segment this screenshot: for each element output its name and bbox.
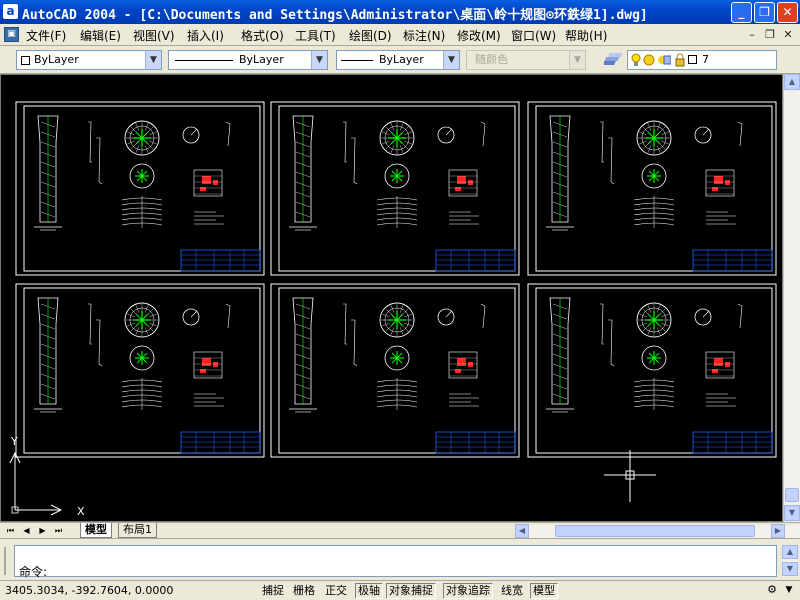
autocad-app-icon[interactable]: a [3, 4, 18, 19]
horizontal-scrollbar[interactable]: ◀ ▶ [515, 524, 800, 538]
menu-dimension[interactable]: 标注(N) [403, 27, 445, 44]
drawing-area[interactable]: XY [0, 74, 783, 522]
chevron-down-icon[interactable]: ▼ [783, 583, 795, 597]
command-line[interactable]: 命令: [14, 545, 777, 579]
coordinate-readout[interactable]: 3405.3034, -392.7604, 0.0000 [5, 584, 173, 597]
viewport-freeze-icon [657, 54, 672, 72]
menu-bar: ▣ 文件(F) 编辑(E) 视图(V) 插入(I) 格式(O) 工具(T) 绘图… [0, 24, 800, 46]
close-button[interactable]: ✕ [777, 2, 798, 23]
doc-restore-button[interactable]: ❐ [762, 27, 778, 43]
lineweight-preview [341, 59, 373, 61]
drawing-sheet[interactable] [270, 101, 520, 276]
menu-insert[interactable]: 插入(I) [187, 27, 224, 44]
command-window: 命令: ▲ ▼ [0, 538, 800, 580]
hscroll-thumb[interactable] [555, 525, 755, 537]
tab-model[interactable]: 模型 [80, 523, 112, 538]
command-grip[interactable] [4, 547, 10, 575]
chevron-down-icon: ▼ [569, 51, 585, 69]
otrack-toggle[interactable]: 对象追踪 [443, 583, 493, 599]
crosshair-cursor [604, 450, 656, 502]
drawing-document-icon[interactable]: ▣ [4, 27, 19, 42]
chevron-down-icon[interactable]: ▼ [443, 51, 459, 69]
command-prompt: 命令: [19, 565, 48, 579]
layer-toolbar: 7 [600, 50, 800, 72]
restore-button[interactable]: ❐ [754, 2, 775, 23]
ucs-y-label: Y [10, 435, 18, 448]
drawing-sheet[interactable] [270, 283, 520, 458]
drawing-sheet[interactable] [527, 283, 777, 458]
doc-minimize-button[interactable]: – [744, 27, 760, 43]
prev-tab-icon[interactable]: ◀ [20, 524, 33, 537]
scroll-down-icon[interactable]: ▼ [784, 505, 800, 521]
menu-edit[interactable]: 编辑(E) [80, 27, 121, 44]
scroll-up-icon[interactable]: ▲ [782, 545, 798, 559]
osnap-toggle[interactable]: 对象捕捉 [386, 583, 436, 599]
menu-file[interactable]: 文件(F) [26, 27, 66, 44]
lightbulb-icon [631, 53, 641, 73]
tab-layout1[interactable]: 布局1 [118, 523, 157, 538]
drawing-canvas[interactable]: XY [1, 75, 783, 522]
sun-icon [643, 54, 655, 72]
menu-tools[interactable]: 工具(T) [295, 27, 336, 44]
scroll-down-icon[interactable]: ▼ [782, 562, 798, 576]
status-bar: 3405.3034, -392.7604, 0.0000 捕捉 栅格 正交 极轴… [0, 580, 800, 600]
ortho-toggle[interactable]: 正交 [322, 583, 350, 599]
minimize-button[interactable]: _ [731, 2, 752, 23]
color-control[interactable]: ByLayer ▼ [16, 50, 162, 70]
linetype-preview [175, 59, 233, 61]
chevron-down-icon[interactable]: ▼ [311, 51, 327, 69]
layer-color-swatch-icon [688, 55, 697, 64]
drawing-sheet[interactable] [15, 101, 265, 276]
window-title: AutoCAD 2004 - [C:\Documents and Setting… [22, 8, 648, 23]
layout-tab-bar: ⏮ ◀ ▶ ⏭ 模型 布局1 ◀ ▶ [0, 522, 800, 538]
layer-manager-icon[interactable] [601, 52, 623, 68]
menu-format[interactable]: 格式(O) [241, 27, 284, 44]
model-space-toggle[interactable]: 模型 [530, 583, 558, 599]
layer-control[interactable]: 7 [627, 50, 777, 70]
menu-help[interactable]: 帮助(H) [565, 27, 607, 44]
menu-modify[interactable]: 修改(M) [457, 27, 501, 44]
color-swatch-icon [21, 55, 30, 65]
ucs-icon: XY [9, 435, 85, 518]
lineweight-toggle[interactable]: 线宽 [498, 583, 526, 599]
doc-close-button[interactable]: ✕ [780, 27, 796, 43]
lineweight-control[interactable]: ByLayer ▼ [336, 50, 460, 70]
menu-view[interactable]: 视图(V) [133, 27, 175, 44]
last-tab-icon[interactable]: ⏭ [52, 524, 65, 537]
grid-toggle[interactable]: 栅格 [290, 583, 318, 599]
command-scrollbar[interactable]: ▲ ▼ [782, 545, 798, 577]
linetype-control[interactable]: ByLayer ▼ [168, 50, 328, 70]
scroll-right-icon[interactable]: ▶ [771, 524, 785, 538]
menu-draw[interactable]: 绘图(D) [349, 27, 392, 44]
communication-center-icon[interactable]: ⚙ [765, 583, 779, 597]
vertical-scrollbar[interactable]: ▲ ▼ [783, 74, 800, 522]
current-layer-name: 7 [702, 53, 709, 66]
drawing-sheet[interactable] [15, 283, 265, 458]
scroll-thumb[interactable] [785, 488, 799, 502]
snap-toggle[interactable]: 捕捉 [259, 583, 287, 599]
polar-toggle[interactable]: 极轴 [355, 583, 383, 599]
next-tab-icon[interactable]: ▶ [36, 524, 49, 537]
scroll-left-icon[interactable]: ◀ [515, 524, 529, 538]
color-value: ByLayer [34, 53, 79, 66]
scroll-up-icon[interactable]: ▲ [784, 74, 800, 90]
chevron-down-icon[interactable]: ▼ [145, 51, 161, 69]
lock-icon [675, 53, 685, 73]
menu-window[interactable]: 窗口(W) [511, 27, 556, 44]
first-tab-icon[interactable]: ⏮ [4, 524, 17, 537]
plotstyle-value: 随颜色 [475, 53, 508, 66]
plotstyle-control: 随颜色 ▼ [466, 50, 586, 70]
drawing-sheet[interactable] [527, 101, 777, 276]
lineweight-value: ByLayer [379, 53, 424, 66]
title-bar: a AutoCAD 2004 - [C:\Documents and Setti… [0, 0, 800, 24]
linetype-value: ByLayer [239, 53, 284, 66]
ucs-x-label: X [77, 505, 85, 518]
